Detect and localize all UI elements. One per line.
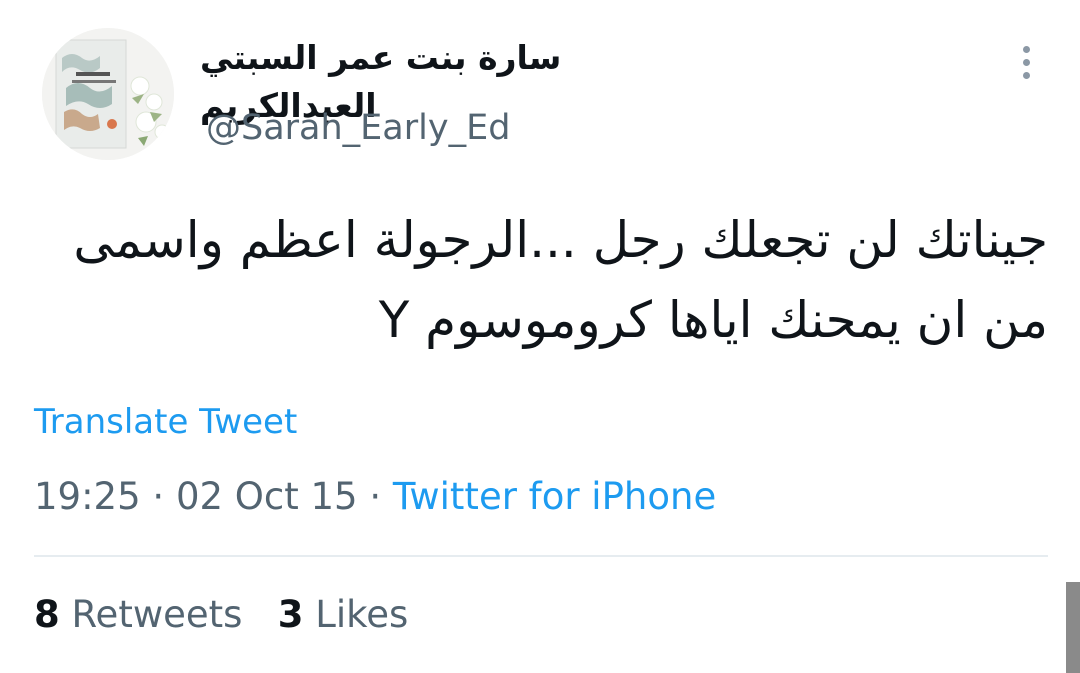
retweets-count: 8	[34, 593, 60, 636]
book-cover-avatar-icon	[42, 28, 174, 160]
more-options-button[interactable]	[1010, 40, 1042, 84]
retweets-label: Retweets	[71, 593, 243, 636]
likes-stat[interactable]: 3 Likes	[278, 593, 409, 636]
scrollbar[interactable]	[1066, 582, 1080, 673]
avatar[interactable]	[42, 28, 174, 160]
more-vertical-icon	[1022, 45, 1030, 53]
tweet-stats: 8 Retweets 3 Likes	[34, 590, 408, 640]
likes-count: 3	[277, 593, 304, 636]
meta-separator: ·	[357, 475, 393, 518]
translate-tweet-link[interactable]: Translate Tweet	[34, 398, 297, 446]
tweet-time[interactable]: 19:25	[34, 475, 141, 518]
tweet-text: جيناتك لن تجعلك رجل ...الرجولة اعظم واسم…	[40, 200, 1048, 360]
meta-separator: ·	[140, 475, 176, 518]
user-handle[interactable]: @Sarah_Early_Ed	[206, 104, 510, 152]
tweet-source-link[interactable]: Twitter for iPhone	[393, 475, 716, 518]
tweet-text-line: جيناتك لن تجعلك رجل ...الرجولة اعظم واسم…	[73, 211, 1048, 269]
retweets-stat[interactable]: 8 Retweets	[34, 593, 242, 636]
divider	[34, 555, 1048, 557]
tweet-meta: 19:25 · 02 Oct 15 · Twitter for iPhone	[34, 472, 716, 522]
tweet-text-line: من ان يمحنك اياها كروموسوم Y	[378, 291, 1048, 349]
tweet-date[interactable]: 02 Oct 15	[176, 475, 358, 518]
likes-label: Likes	[315, 593, 409, 636]
